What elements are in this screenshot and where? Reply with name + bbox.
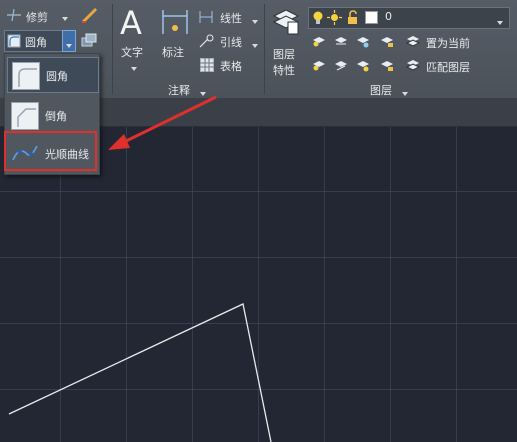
table-button[interactable]: 表格 (198, 56, 260, 74)
current-layer-name: 0 (385, 10, 392, 23)
layer-freeze-icon[interactable] (356, 34, 370, 48)
chevron-down-icon (66, 39, 72, 52)
layer-properties-label-1: 图层 (273, 48, 295, 61)
set-current-icon[interactable] (405, 34, 421, 48)
fillet-button[interactable]: 圆角 (4, 30, 64, 52)
lightbulb-icon (312, 10, 324, 25)
leader-icon (198, 34, 214, 48)
unlock-icon (347, 10, 360, 25)
linetype-label: 线性 (220, 12, 242, 25)
layer-properties-label-2: 特性 (273, 64, 295, 77)
text-dropdown-arrow-icon[interactable] (131, 62, 137, 75)
dropdown-item-chamfer-label: 倒角 (45, 110, 67, 123)
fillet-thumb-icon (12, 62, 40, 90)
color-swatch (365, 11, 378, 24)
array-icon[interactable] (80, 32, 98, 48)
layer-combo-arrow-icon[interactable] (497, 16, 503, 29)
text-a-icon: A (120, 4, 142, 42)
layers-panel-footer[interactable]: 图层 (360, 80, 420, 97)
leader-button[interactable]: 引线 (198, 32, 260, 50)
annotation-panel-footer[interactable]: 注释 (158, 80, 214, 97)
layer-properties-icon (272, 6, 300, 36)
fillet-icon (7, 34, 21, 48)
sun-icon (327, 10, 342, 25)
layers-panel-label: 图层 (370, 84, 392, 97)
trim-button[interactable]: 修剪 (4, 6, 72, 26)
dimension-icon (160, 8, 190, 36)
table-icon (200, 58, 214, 72)
erase-icon[interactable] (80, 6, 98, 24)
dropdown-item-fillet-label: 圆角 (46, 70, 68, 83)
layer-on-icon[interactable] (312, 58, 326, 72)
dropdown-item-fillet[interactable]: 圆角 (7, 57, 99, 93)
layer-unlock-icon[interactable] (380, 58, 394, 72)
layer-off-icon[interactable] (312, 34, 326, 48)
dimension-button[interactable]: 标注 (158, 4, 194, 66)
trim-icon (6, 8, 22, 22)
polyline-entity (8, 303, 272, 442)
linetype-button[interactable]: 线性 (198, 8, 260, 26)
layer-thaw-icon[interactable] (356, 58, 370, 72)
match-layer-label[interactable]: 匹配图层 (426, 59, 470, 75)
set-current-label[interactable]: 置为当前 (426, 35, 470, 51)
text-button[interactable]: A 文字 (116, 4, 152, 74)
trim-dropdown-arrow-icon[interactable] (62, 12, 68, 25)
layer-isolate-icon[interactable] (334, 34, 348, 48)
trim-label: 修剪 (26, 11, 48, 24)
chamfer-thumb-icon (11, 102, 39, 130)
linetype-dropdown-arrow-icon[interactable] (252, 15, 258, 28)
dimension-label: 标注 (162, 46, 184, 59)
layer-combo-box[interactable]: 0 (308, 7, 510, 29)
linear-dimension-icon (198, 10, 214, 24)
annotation-panel-label: 注释 (168, 84, 190, 97)
highlight-box (4, 131, 97, 171)
match-layer-icon[interactable] (405, 58, 421, 72)
text-label: 文字 (121, 46, 143, 59)
fillet-label: 圆角 (25, 36, 47, 49)
dropdown-item-chamfer[interactable]: 倒角 (7, 98, 97, 132)
layer-properties-button[interactable]: 图层 特性 (268, 4, 304, 78)
layer-unisolate-icon[interactable] (334, 58, 348, 72)
table-label: 表格 (220, 60, 242, 73)
layer-lock-icon[interactable] (380, 34, 394, 48)
fillet-dropdown-toggle[interactable] (62, 30, 76, 52)
leader-dropdown-arrow-icon[interactable] (252, 39, 258, 52)
leader-label: 引线 (220, 36, 242, 49)
